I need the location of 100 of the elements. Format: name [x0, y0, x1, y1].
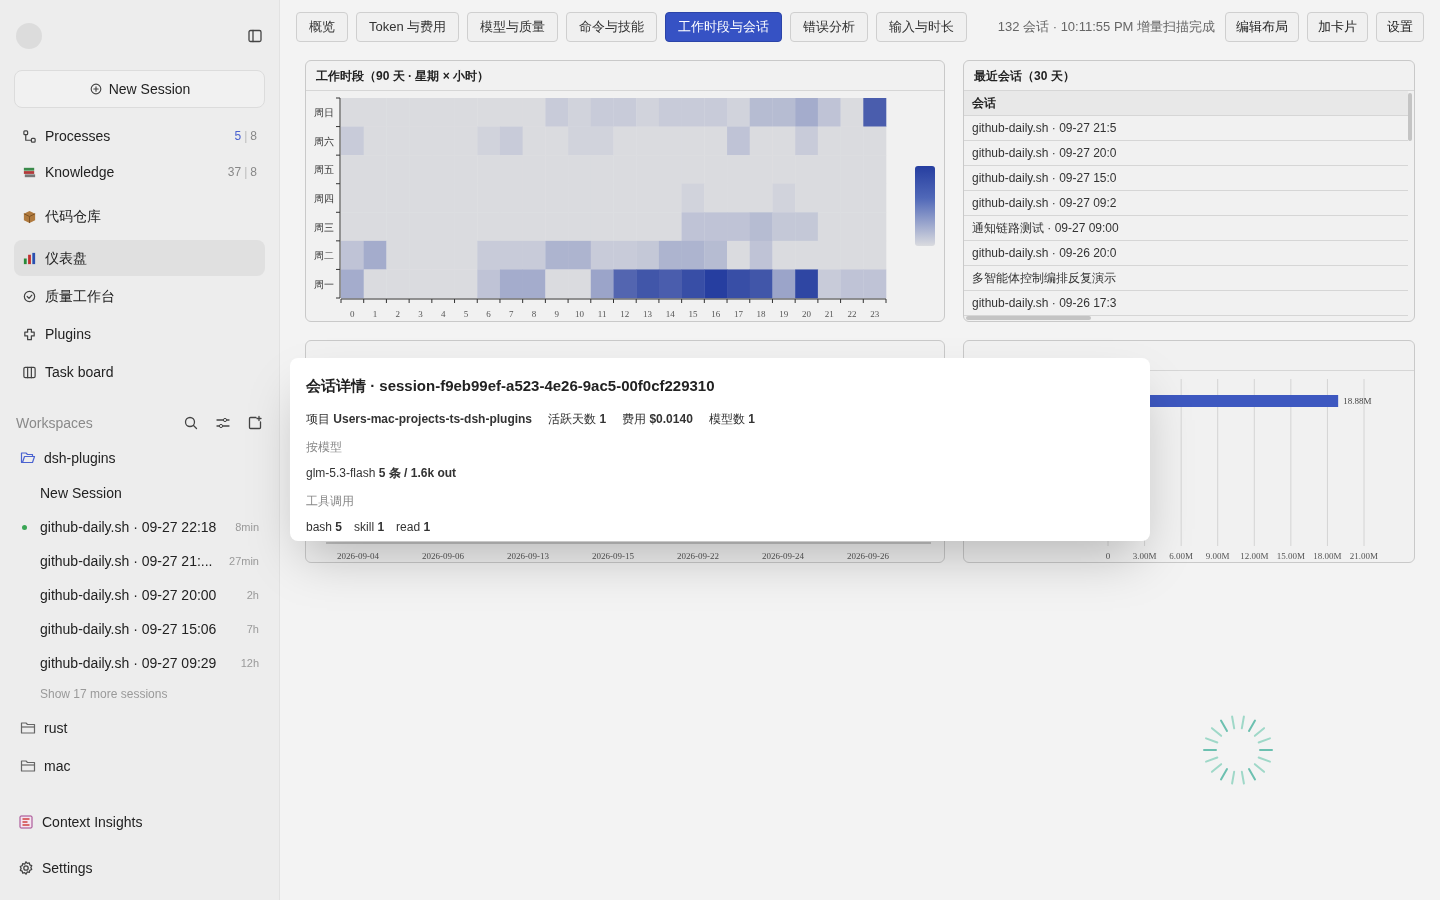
table-cell[interactable]: 多智能体控制编排反复演示: [964, 266, 1408, 291]
axis-label: 6.00M: [1169, 551, 1194, 561]
footer-item[interactable]: Context Insights: [14, 804, 265, 840]
table-cell[interactable]: github-daily.sh · 09-27 21:5: [964, 116, 1408, 141]
tab[interactable]: 错误分析: [790, 12, 869, 42]
axis-label: 8: [531, 309, 537, 319]
axis-label: 17: [733, 309, 743, 319]
axis-label: 周六: [314, 135, 334, 147]
table-cell[interactable]: 通知链路测试 · 09-27 09:00: [964, 216, 1408, 241]
axis-label: 13: [643, 309, 653, 319]
axis-label: 2026-09-15: [592, 551, 634, 561]
detail-field: 项目 Users-mac-projects-ts-dsh-plugins: [306, 409, 533, 428]
axis-label: 11: [597, 309, 607, 319]
axis-label: 2026-09-13: [507, 551, 549, 561]
folder-item[interactable]: rust: [14, 710, 265, 746]
nav-item[interactable]: Task board: [14, 354, 265, 390]
section-title: Workspaces: [16, 413, 94, 433]
folder-item[interactable]: dsh-plugins: [14, 440, 265, 476]
value-label: 18.88M: [1343, 396, 1372, 406]
plus-circle-icon: [88, 82, 103, 96]
age-label: 2h: [246, 587, 259, 603]
session-item[interactable]: github-daily.sh · 09-27 09:29 12h: [14, 646, 265, 680]
count-label: 5 | 8: [234, 128, 257, 145]
axis-label: 1: [372, 309, 378, 319]
axis-label: 19: [779, 309, 789, 319]
column-header: 会话: [964, 91, 1408, 116]
columns-icon: [22, 364, 37, 380]
session-item[interactable]: github-daily.sh · 09-27 15:06 7h: [14, 612, 265, 646]
table-cell[interactable]: github-daily.sh · 09-27 09:2: [964, 191, 1408, 216]
age-label: 12h: [240, 655, 259, 671]
axis-label: 15: [688, 309, 698, 319]
axis-label: 周三: [314, 221, 334, 233]
tab[interactable]: 输入与时长: [876, 12, 968, 42]
detail-field: skill 1: [354, 517, 385, 536]
age-label: 8min: [235, 519, 259, 535]
axis-label: 10: [574, 309, 584, 319]
nav-item[interactable]: Knowledge 37 | 8: [14, 154, 265, 190]
axis-label: 14: [665, 309, 675, 319]
axis-label: 21.00M: [1349, 551, 1379, 561]
axis-label: 0: [1105, 551, 1111, 561]
section-heading: 按模型: [306, 438, 343, 456]
axis-label: 2026-09-26: [847, 551, 889, 561]
table-cell[interactable]: github-daily.sh · 09-26 20:0: [964, 241, 1408, 266]
dialog-title: 会话详情 · session-f9eb99ef-a523-4e26-9ac5-00f0cf229310: [306, 376, 716, 396]
sliders-icon: [215, 415, 231, 431]
age-label: 7h: [246, 621, 259, 637]
axis-label: 周四: [314, 193, 334, 204]
session-item[interactable]: github-daily.sh · 09-27 22:18 8min: [14, 510, 265, 544]
nav-item[interactable]: Processes 5 | 8: [14, 118, 265, 154]
axis-label: 9: [554, 309, 559, 319]
axis-label: 12: [620, 309, 630, 319]
count-label: 37 | 8: [227, 164, 257, 181]
nav-item[interactable]: 代码仓库: [14, 198, 265, 234]
axis-label: 2026-09-04: [337, 551, 379, 561]
axis-label: 20: [802, 309, 811, 319]
tab[interactable]: Token 与费用: [356, 12, 460, 42]
sidebar-toggle-icon: [247, 28, 263, 44]
folder-item[interactable]: mac: [14, 748, 265, 784]
axis-label: 6: [486, 309, 491, 319]
axis-label: 2026-09-06: [422, 551, 464, 561]
session-item[interactable]: github-daily.sh · 09-27 20:00 2h: [14, 578, 265, 612]
scan-status: 132 会话 · 10:11:55 PM 增量扫描完成: [997, 18, 1215, 37]
tab[interactable]: 命令与技能: [566, 12, 658, 42]
axis-label: 7: [509, 309, 514, 319]
session-item[interactable]: New Session: [14, 476, 265, 510]
axis-label: 9.00M: [1205, 551, 1230, 561]
nav-item[interactable]: 仪表盘: [14, 240, 265, 276]
axis-label: 4: [440, 309, 446, 319]
toolbar-button[interactable]: 加卡片: [1307, 12, 1368, 42]
detail-field: 费用 $0.0140: [622, 409, 693, 428]
footer-item[interactable]: Settings: [14, 850, 265, 886]
document-list-icon: [18, 814, 34, 830]
nav-item[interactable]: 质量工作台: [14, 278, 265, 314]
nav-item[interactable]: Plugins: [14, 316, 265, 352]
axis-label: 3: [418, 309, 423, 319]
package-icon: [22, 208, 37, 224]
axis-label: 周一: [314, 278, 334, 290]
axis-label: 0: [350, 309, 355, 319]
detail-field: read 1: [396, 517, 431, 536]
axis-label: 15.00M: [1276, 551, 1305, 561]
detail-field: glm-5.3-flash 5 条 / 1.6k out: [306, 463, 457, 482]
toolbar-button[interactable]: 编辑布局: [1225, 12, 1299, 42]
axis-label: 18.00M: [1313, 551, 1342, 561]
session-item[interactable]: github-daily.sh · 09-27 21:... 27min: [14, 544, 265, 578]
axis-label: 3.00M: [1132, 551, 1157, 561]
scrollbar: [1408, 93, 1412, 141]
new-session-button[interactable]: New Session: [14, 70, 265, 108]
axis-label: 2026-09-24: [762, 551, 804, 561]
table-cell[interactable]: github-daily.sh · 09-27 15:0: [964, 166, 1408, 191]
axis-label: 23: [870, 309, 880, 319]
section-heading: 工具调用: [306, 492, 355, 510]
axis-label: 周日: [314, 107, 334, 119]
table-cell[interactable]: github-daily.sh · 09-27 20:0: [964, 141, 1408, 166]
tab[interactable]: 概览: [296, 12, 348, 42]
bar-chart-icon: [22, 250, 37, 266]
tab[interactable]: 模型与质量: [467, 12, 559, 42]
toolbar-button[interactable]: 设置: [1376, 12, 1424, 42]
age-label: 27min: [229, 553, 259, 569]
axis-label: 16: [711, 309, 721, 319]
tab[interactable]: 工作时段与会话: [665, 12, 783, 42]
